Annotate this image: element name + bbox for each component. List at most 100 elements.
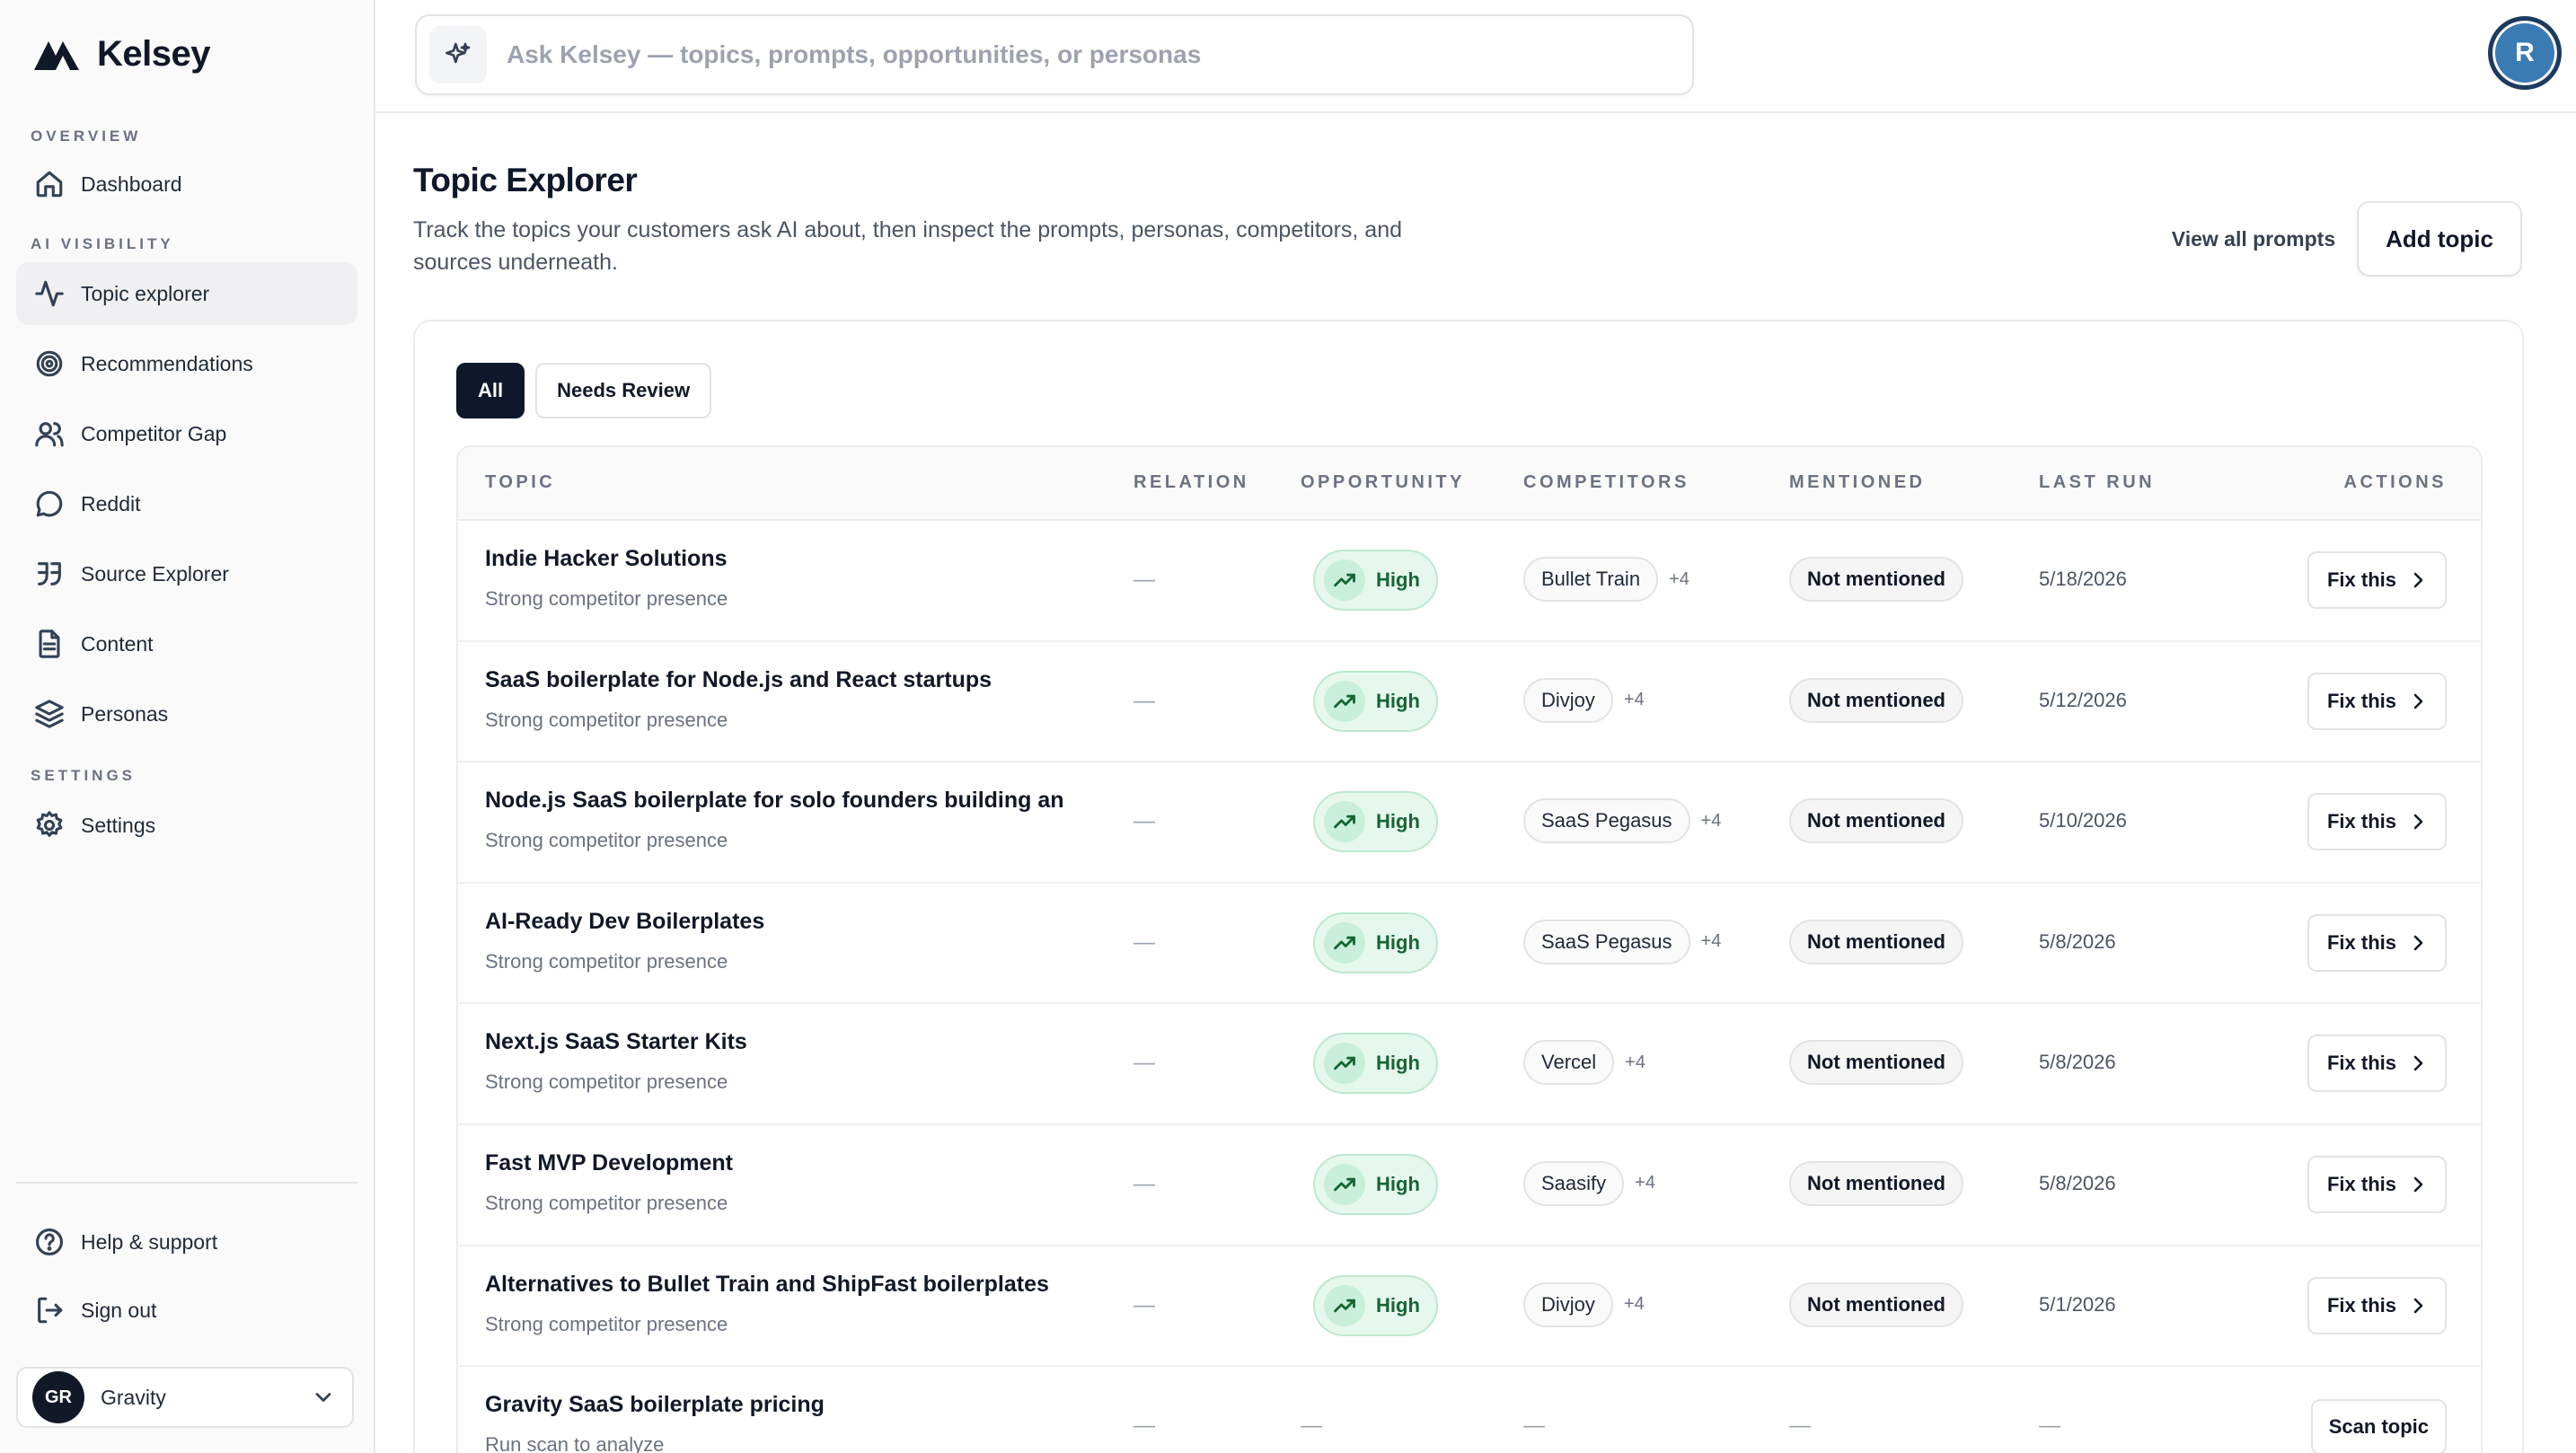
column-header-relation[interactable]: RELATION: [1134, 472, 1249, 493]
fix-this-button[interactable]: Fix this: [2307, 1276, 2447, 1334]
competitors-cell: Vercel +4: [1523, 1040, 1645, 1086]
sidebar-item-personas[interactable]: Personas: [16, 682, 357, 745]
topic-name[interactable]: AI-Ready Dev Boilerplates: [485, 909, 764, 935]
add-topic-button[interactable]: Add topic: [2357, 201, 2522, 277]
filter-tab-all[interactable]: All: [456, 363, 525, 418]
sidebar-item-label: Sign out: [81, 1298, 157, 1322]
topic-name[interactable]: Indie Hacker Solutions: [485, 546, 728, 572]
main-content: R Topic Explorer Track the topics your c…: [375, 0, 2576, 1453]
filter-tabs: All Needs Review: [456, 363, 722, 418]
competitor-more-count[interactable]: +4: [1635, 1173, 1655, 1193]
opportunity-badge: High: [1313, 550, 1438, 611]
fix-this-button[interactable]: Fix this: [2307, 913, 2447, 972]
fix-this-button[interactable]: Fix this: [2307, 1035, 2447, 1093]
opportunity-label: High: [1376, 1172, 1420, 1195]
filter-tab-needs-review[interactable]: Needs Review: [535, 363, 712, 418]
fix-this-button[interactable]: Fix this: [2307, 793, 2447, 851]
chevron-right-icon: [2413, 935, 2423, 951]
topic-name[interactable]: Next.js SaaS Starter Kits: [485, 1029, 747, 1055]
topic-name[interactable]: Node.js SaaS boilerplate for solo founde…: [485, 788, 1064, 814]
competitor-chip[interactable]: Bullet Train: [1523, 557, 1659, 602]
competitor-chip[interactable]: Divjoy: [1523, 1281, 1613, 1327]
fix-this-button[interactable]: Fix this: [2307, 1155, 2447, 1213]
sidebar-item-content[interactable]: Content: [16, 612, 357, 675]
column-header-last-run[interactable]: LAST RUN: [2039, 472, 2155, 493]
sidebar-item-label: Topic explorer: [81, 281, 210, 305]
sidebar-item-reddit[interactable]: Reddit: [16, 472, 357, 535]
table-row-pending[interactable]: Gravity SaaS boilerplate pricing Run sca…: [458, 1367, 2481, 1453]
last-run-date: 5/8/2026: [2039, 1051, 2116, 1074]
table-row[interactable]: Next.js SaaS Starter Kits Strong competi…: [458, 1004, 2481, 1125]
sparkle-icon: [429, 26, 487, 84]
scan-topic-button[interactable]: Scan topic: [2310, 1399, 2447, 1453]
user-avatar[interactable]: R: [2488, 16, 2562, 90]
sidebar-item-label: Personas: [81, 701, 169, 726]
sidebar-item-label: Dashboard: [81, 172, 182, 196]
sidebar-item-settings[interactable]: Settings: [16, 794, 357, 857]
sidebar-item-recommendations[interactable]: Recommendations: [16, 332, 357, 395]
table-row[interactable]: Alternatives to Bullet Train and ShipFas…: [458, 1246, 2481, 1368]
workspace-avatar: GR: [32, 1371, 84, 1423]
column-header-mentioned[interactable]: MENTIONED: [1789, 472, 1926, 493]
competitors-cell: SaaS Pegasus +4: [1523, 919, 1722, 964]
topic-status: Run scan to analyze: [485, 1433, 665, 1453]
header-actions: View all prompts Add topic: [2172, 201, 2522, 277]
topic-name[interactable]: Fast MVP Development: [485, 1150, 733, 1176]
chevron-right-icon: [2413, 1176, 2423, 1193]
opportunity-label: High: [1376, 1052, 1420, 1075]
target-icon: [32, 347, 66, 381]
table-row[interactable]: Node.js SaaS boilerplate for solo founde…: [458, 762, 2481, 884]
competitor-more-count[interactable]: +4: [1669, 569, 1689, 590]
chevron-down-icon: [315, 1393, 331, 1402]
sidebar-item-dashboard[interactable]: Dashboard: [16, 153, 357, 216]
competitor-more-count[interactable]: +4: [1624, 1294, 1645, 1315]
workspace-switcher[interactable]: GR Gravity: [16, 1367, 354, 1428]
section-label-overview: OVERVIEW: [31, 128, 142, 145]
column-header-competitors[interactable]: COMPETITORS: [1523, 472, 1689, 493]
column-header-topic[interactable]: TOPIC: [485, 472, 555, 493]
competitor-more-count[interactable]: +4: [1701, 931, 1722, 952]
home-icon: [32, 167, 66, 201]
mentioned-value: —: [1789, 1413, 1811, 1439]
trending-up-icon: [1324, 559, 1365, 601]
competitor-more-count[interactable]: +4: [1701, 811, 1722, 832]
competitor-chip[interactable]: Divjoy: [1523, 677, 1613, 723]
table-row[interactable]: SaaS boilerplate for Node.js and React s…: [458, 642, 2481, 763]
column-header-opportunity[interactable]: OPPORTUNITY: [1301, 472, 1465, 493]
fix-this-label: Fix this: [2326, 1052, 2396, 1075]
topic-name[interactable]: SaaS boilerplate for Node.js and React s…: [485, 667, 992, 693]
chevron-right-icon: [2413, 693, 2423, 709]
fix-this-button[interactable]: Fix this: [2307, 672, 2447, 730]
competitor-chip[interactable]: Saasify: [1523, 1160, 1625, 1206]
brand[interactable]: Kelsey: [0, 0, 374, 108]
competitor-more-count[interactable]: +4: [1624, 690, 1645, 710]
table-header: TOPIC RELATION OPPORTUNITY COMPETITORS M…: [458, 447, 2481, 521]
competitors-cell: SaaS Pegasus +4: [1523, 798, 1722, 844]
opportunity-badge: High: [1313, 1153, 1438, 1215]
table-row[interactable]: AI-Ready Dev Boilerplates Strong competi…: [458, 884, 2481, 1005]
fix-this-label: Fix this: [2326, 1172, 2396, 1195]
sidebar-item-source-explorer[interactable]: Source Explorer: [16, 542, 357, 605]
search-bar[interactable]: [415, 14, 1694, 95]
table-row[interactable]: Fast MVP Development Strong competitor p…: [458, 1125, 2481, 1246]
last-run-date: 5/10/2026: [2039, 809, 2127, 832]
mention-badge: Not mentioned: [1789, 557, 1963, 602]
topic-name[interactable]: Alternatives to Bullet Train and ShipFas…: [485, 1272, 1049, 1298]
fix-this-button[interactable]: Fix this: [2307, 551, 2447, 609]
table-row[interactable]: Indie Hacker Solutions Strong competitor…: [458, 521, 2481, 642]
sidebar-item-help[interactable]: Help & support: [16, 1211, 357, 1273]
sidebar-item-sign-out[interactable]: Sign out: [16, 1279, 357, 1342]
view-all-prompts-button[interactable]: View all prompts: [2172, 227, 2335, 251]
sidebar-item-label: Source Explorer: [81, 561, 229, 586]
competitor-chip[interactable]: SaaS Pegasus: [1523, 798, 1690, 844]
competitor-chip[interactable]: Vercel: [1523, 1040, 1615, 1086]
competitor-chip[interactable]: SaaS Pegasus: [1523, 919, 1690, 964]
sidebar-item-topic-explorer[interactable]: Topic explorer: [16, 262, 357, 325]
competitor-more-count[interactable]: +4: [1625, 1052, 1645, 1073]
relation-value: —: [1134, 1171, 1155, 1196]
trending-up-icon: [1324, 680, 1365, 722]
sidebar-item-competitor-gap[interactable]: Competitor Gap: [16, 402, 357, 465]
topic-name[interactable]: Gravity SaaS boilerplate pricing: [485, 1392, 825, 1418]
opportunity-badge: High: [1313, 1033, 1438, 1095]
search-input[interactable]: [507, 40, 1656, 69]
